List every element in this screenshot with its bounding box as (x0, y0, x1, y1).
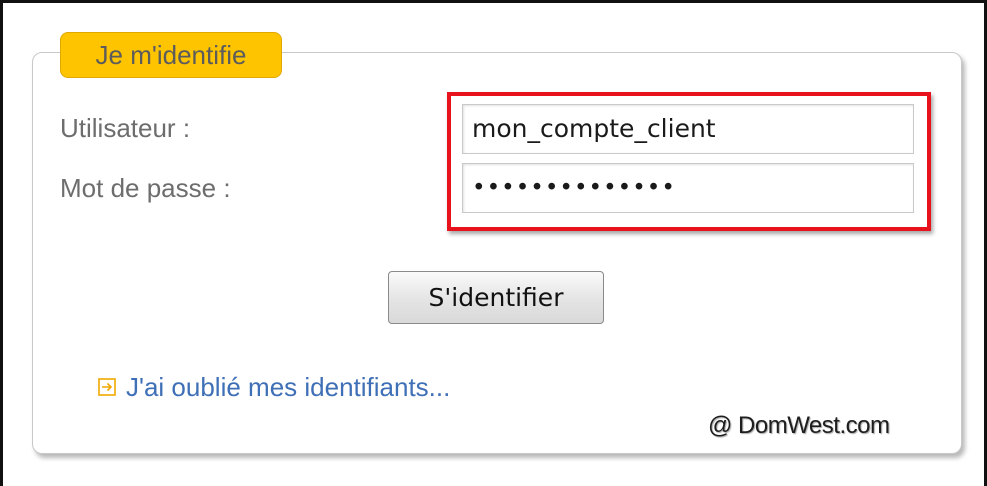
forgot-credentials-label: J'ai oublié mes identifiants... (126, 371, 451, 402)
password-label: Mot de passe : (60, 173, 231, 203)
arrow-box-icon (98, 378, 116, 396)
login-button[interactable]: S'identifier (388, 271, 604, 324)
domwest-watermark: @ DomWest.com (708, 412, 890, 439)
username-label: Utilisateur : (60, 113, 191, 143)
login-legend: Je m'identifie (60, 32, 282, 78)
fields-highlight-box (447, 92, 931, 231)
forgot-credentials-link[interactable]: J'ai oublié mes identifiants... (98, 370, 450, 404)
